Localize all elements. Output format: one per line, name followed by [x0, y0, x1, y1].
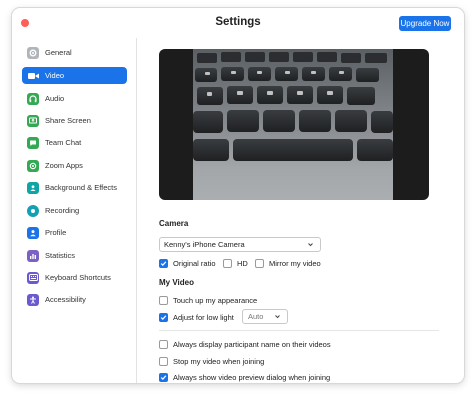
adjust-low-light-checkbox[interactable]: Adjust for low light: [159, 313, 234, 322]
window-title: Settings: [215, 16, 261, 28]
checkbox-checked-icon: [159, 313, 168, 322]
sidebar-item-label: Share Screen: [45, 116, 91, 125]
sidebar-item-label: Accessibility: [45, 295, 86, 304]
checkbox-unchecked-icon: [159, 357, 168, 366]
sidebar-item-label: Zoom Apps: [45, 161, 83, 170]
person-background-icon: [27, 181, 39, 194]
record-icon: [27, 204, 39, 217]
stop-video-when-joining-checkbox[interactable]: Stop my video when joining: [159, 357, 264, 366]
statistics-icon: [27, 249, 39, 262]
chevron-down-icon: [274, 313, 281, 322]
share-screen-icon: [27, 114, 39, 127]
checkbox-unchecked-icon: [255, 259, 264, 268]
headphones-icon: [27, 92, 39, 105]
chevron-down-icon: [307, 241, 314, 250]
sidebar-item-recording[interactable]: Recording: [22, 202, 127, 219]
title-bar: Settings Upgrade Now: [12, 8, 464, 38]
sidebar-item-label: Recording: [45, 206, 80, 215]
sidebar-item-general[interactable]: General: [22, 44, 127, 61]
sidebar-item-label: Profile: [45, 228, 67, 237]
mirror-video-checkbox[interactable]: Mirror my video: [255, 259, 321, 268]
camera-preview: [159, 49, 429, 200]
camera-select[interactable]: Kenny's iPhone Camera: [159, 237, 321, 252]
checkbox-checked-icon: [159, 373, 168, 382]
sidebar-item-label: Team Chat: [45, 138, 82, 147]
sidebar-item-accessibility[interactable]: Accessibility: [22, 291, 127, 308]
video-camera-icon: [27, 70, 39, 82]
checkbox-unchecked-icon: [159, 296, 168, 305]
sidebar-item-zoom-apps[interactable]: Zoom Apps: [22, 157, 127, 174]
sidebar-item-label: Background & Effects: [45, 183, 117, 192]
sidebar-item-label: General: [45, 48, 72, 57]
sidebar-item-statistics[interactable]: Statistics: [22, 247, 127, 264]
show-video-preview-checkbox[interactable]: Always show video preview dialog when jo…: [159, 373, 330, 382]
low-light-mode-select[interactable]: Auto: [242, 309, 288, 324]
settings-window: Settings Upgrade Now General Video Audio: [12, 8, 464, 383]
display-participant-name-checkbox[interactable]: Always display participant name on their…: [159, 340, 331, 349]
keyboard-icon: [27, 271, 39, 284]
sidebar-item-label: Keyboard Shortcuts: [45, 273, 111, 282]
touch-up-appearance-checkbox[interactable]: Touch up my appearance: [159, 296, 257, 305]
camera-select-value: Kenny's iPhone Camera: [164, 240, 245, 249]
my-video-section-label: My Video: [159, 278, 194, 287]
person-icon: [27, 226, 39, 239]
original-ratio-checkbox[interactable]: Original ratio: [159, 259, 216, 268]
sidebar-item-background-effects[interactable]: Background & Effects: [22, 179, 127, 196]
apps-icon: [27, 159, 39, 172]
sidebar-item-label: Statistics: [45, 251, 76, 260]
sidebar-item-profile[interactable]: Profile: [22, 224, 127, 241]
camera-preview-image: [193, 49, 393, 200]
camera-section-label: Camera: [159, 219, 189, 228]
sidebar-item-label: Audio: [45, 94, 65, 103]
sidebar-item-audio[interactable]: Audio: [22, 90, 127, 107]
accessibility-icon: [27, 293, 39, 306]
sidebar-item-keyboard-shortcuts[interactable]: Keyboard Shortcuts: [22, 269, 127, 286]
sidebar-item-video[interactable]: Video: [22, 67, 127, 84]
video-settings-panel: Camera Kenny's iPhone Camera Original ra…: [138, 38, 464, 383]
hd-checkbox[interactable]: HD: [223, 259, 248, 268]
checkbox-unchecked-icon: [223, 259, 232, 268]
sidebar-item-share-screen[interactable]: Share Screen: [22, 112, 127, 129]
checkbox-unchecked-icon: [159, 340, 168, 349]
sidebar-item-team-chat[interactable]: Team Chat: [22, 134, 127, 151]
low-light-mode-value: Auto: [248, 312, 264, 321]
settings-sidebar: General Video Audio Share Screen Team Ch…: [12, 38, 137, 383]
upgrade-now-button[interactable]: Upgrade Now: [399, 16, 451, 31]
sidebar-item-label: Video: [45, 71, 65, 80]
gear-icon: [27, 46, 39, 59]
checkbox-checked-icon: [159, 259, 168, 268]
section-divider: [159, 330, 439, 331]
chat-bubble-icon: [27, 136, 39, 149]
popout-preview-icon[interactable]: [412, 56, 422, 66]
